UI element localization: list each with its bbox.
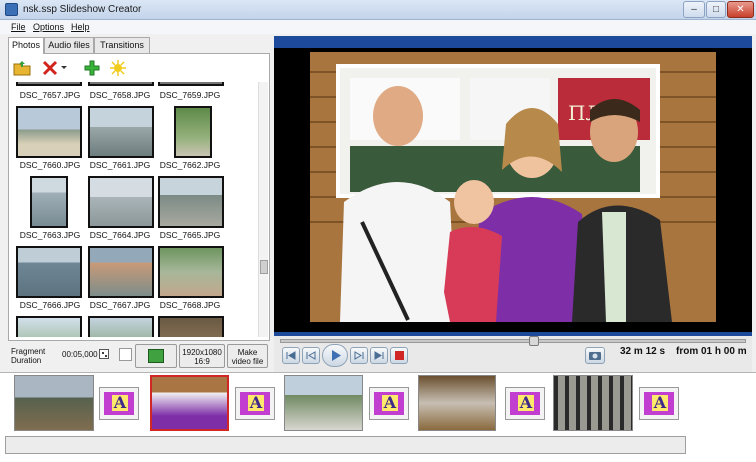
photo-thumbnail[interactable] xyxy=(158,316,224,337)
tab-audio-files[interactable]: Audio files xyxy=(44,37,94,53)
first-icon[interactable] xyxy=(282,347,300,364)
thumbnail-scrollbar[interactable] xyxy=(258,82,268,337)
timeline-transition[interactable]: A xyxy=(235,387,275,420)
photo-caption: DSC_7661.JPG xyxy=(89,160,151,170)
add-folder-icon[interactable] xyxy=(13,59,31,77)
photo-thumbnail[interactable] xyxy=(16,316,82,337)
make-video-button[interactable]: Make video file xyxy=(227,344,268,368)
timeline-transition[interactable]: A xyxy=(369,387,409,420)
photo-caption: DSC_7666.JPG xyxy=(19,300,81,310)
timeline-transition[interactable]: A xyxy=(99,387,139,420)
stop-icon[interactable] xyxy=(390,347,408,364)
prev-icon[interactable] xyxy=(302,347,320,364)
fragment-label-line1: Fragment xyxy=(11,347,46,356)
photo-thumbnail[interactable] xyxy=(88,176,154,228)
photo-caption: DSC_7657.JPG xyxy=(19,90,81,100)
menu-file[interactable]: File xyxy=(11,22,26,32)
play-icon[interactable] xyxy=(322,344,348,367)
photo-caption: DSC_7662.JPG xyxy=(159,160,221,170)
photo-thumbnail[interactable] xyxy=(88,82,154,86)
camera-icon[interactable] xyxy=(585,347,605,364)
fragment-duration-value[interactable]: 00:05,000 xyxy=(62,350,98,359)
thumbnail-grid[interactable]: DSC_7657.JPG DSC_7658.JPG DSC_7659.JPG D… xyxy=(14,82,254,337)
total-time: 32 m 12 s xyxy=(620,346,666,357)
minimize-button[interactable]: – xyxy=(683,1,705,18)
photo-thumbnail[interactable] xyxy=(88,246,154,298)
menu-options[interactable]: Options xyxy=(33,22,64,32)
timeline: A A A A A xyxy=(0,372,756,462)
timeline-slide[interactable] xyxy=(284,375,363,431)
seek-knob[interactable] xyxy=(529,336,539,346)
preview-area: ПЛОВ xyxy=(274,48,752,332)
color-swatch[interactable] xyxy=(119,348,132,361)
photo-thumbnail[interactable] xyxy=(30,176,68,228)
resolution-line2: 16:9 xyxy=(194,357,210,366)
make-video-line2: video file xyxy=(231,357,264,366)
preview-pane: ПЛОВ xyxy=(274,36,752,336)
timeline-transition[interactable]: A xyxy=(639,387,679,420)
photo-thumbnail[interactable] xyxy=(174,106,212,158)
resolution-line1: 1920x1080 xyxy=(182,348,222,357)
fit-icon xyxy=(148,349,164,363)
tab-photos[interactable]: Photos xyxy=(8,37,44,54)
photo-thumbnail[interactable] xyxy=(88,106,154,158)
seek-bar[interactable] xyxy=(280,336,746,346)
chevron-down-icon[interactable] xyxy=(60,61,68,79)
title-bar: nsk.ssp Slideshow Creator – □ ✕ xyxy=(0,0,756,20)
photo-thumbnail[interactable] xyxy=(16,82,82,86)
photo-caption: DSC_7660.JPG xyxy=(19,160,81,170)
fit-button[interactable] xyxy=(135,344,177,368)
delete-icon[interactable] xyxy=(41,59,59,77)
timeline-slide[interactable] xyxy=(553,375,633,431)
photo-thumbnail[interactable] xyxy=(16,106,82,158)
photo-caption: DSC_7659.JPG xyxy=(159,90,221,100)
app-icon xyxy=(5,3,18,16)
photos-panel: DSC_7657.JPG DSC_7658.JPG DSC_7659.JPG D… xyxy=(8,53,270,341)
photo-thumbnail[interactable] xyxy=(158,246,224,298)
menu-help[interactable]: Help xyxy=(71,22,90,32)
photo-caption: DSC_7658.JPG xyxy=(89,90,151,100)
timeline-slide[interactable] xyxy=(14,375,94,431)
photo-thumbnail[interactable] xyxy=(16,246,82,298)
time-from: from 01 h 00 m xyxy=(676,346,747,357)
preview-photo: ПЛОВ xyxy=(310,52,716,322)
photo-thumbnail[interactable] xyxy=(158,176,224,228)
next-icon[interactable] xyxy=(350,347,368,364)
make-video-line1: Make xyxy=(237,348,258,357)
photo-thumbnail[interactable] xyxy=(88,316,154,337)
player-controls: 32 m 12 s from 01 h 00 m xyxy=(274,336,752,372)
dice-icon[interactable] xyxy=(99,349,109,359)
scrollbar-thumb[interactable] xyxy=(260,260,268,274)
fragment-controls: Fragment Duration 00:05,000 1920x1080 16… xyxy=(8,343,270,371)
window-title: nsk.ssp Slideshow Creator xyxy=(23,4,142,15)
photo-thumbnail[interactable] xyxy=(158,82,224,86)
photo-caption: DSC_7663.JPG xyxy=(19,230,81,240)
tab-transitions[interactable]: Transitions xyxy=(94,37,150,53)
magic-icon[interactable] xyxy=(109,59,127,77)
timeline-scrollbar[interactable] xyxy=(5,436,686,454)
fragment-label-line2: Duration xyxy=(11,356,42,365)
timeline-slide[interactable] xyxy=(418,375,496,431)
timeline-slide-selected[interactable] xyxy=(150,375,229,431)
close-button[interactable]: ✕ xyxy=(727,1,754,18)
last-icon[interactable] xyxy=(370,347,388,364)
add-icon[interactable] xyxy=(83,59,101,77)
menu-bar: File Options Help xyxy=(0,20,756,34)
photo-caption: DSC_7665.JPG xyxy=(159,230,221,240)
photo-caption: DSC_7668.JPG xyxy=(159,300,221,310)
timeline-transition[interactable]: A xyxy=(505,387,545,420)
resolution-button[interactable]: 1920x1080 16:9 xyxy=(179,344,225,368)
photo-caption: DSC_7664.JPG xyxy=(89,230,151,240)
maximize-button[interactable]: □ xyxy=(706,1,726,18)
photo-caption: DSC_7667.JPG xyxy=(89,300,151,310)
fragment-duration-label: Fragment Duration xyxy=(11,347,45,365)
